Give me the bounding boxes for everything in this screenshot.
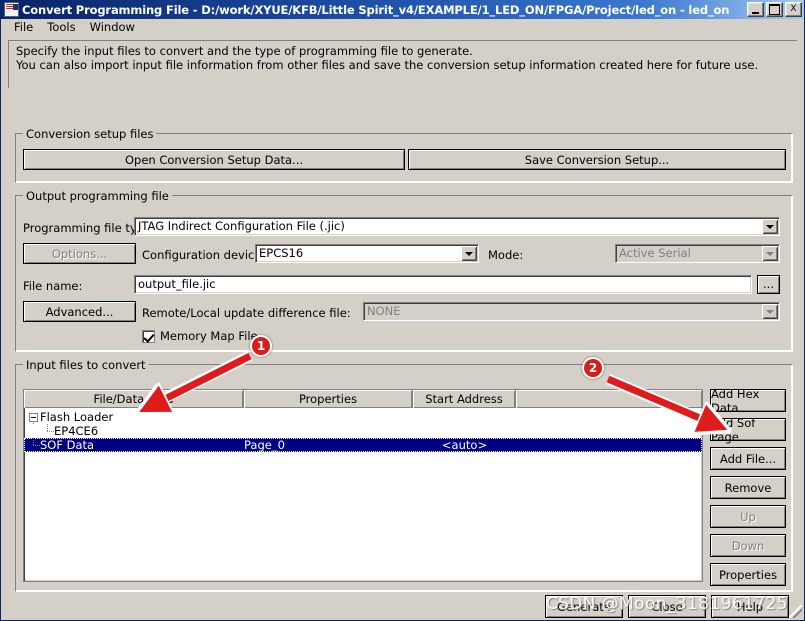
maximize-button[interactable]	[766, 2, 783, 17]
annotation-badge-1: 1	[250, 335, 272, 357]
close-label: X	[790, 4, 797, 14]
close-button[interactable]: Close	[628, 595, 706, 618]
input-files-to-convert-group: Input files to convert File/Data area Pr…	[15, 358, 793, 592]
checkbox-indicator[interactable]	[142, 329, 155, 343]
minimize-button[interactable]	[747, 2, 764, 17]
remove-button[interactable]: Remove	[710, 476, 786, 499]
column-header-file-data-area[interactable]: File/Data area	[24, 390, 244, 408]
remote-local-update-difference-combo: NONE	[363, 302, 780, 321]
menu-item-tools[interactable]: Tools	[40, 19, 82, 36]
resize-grip[interactable]	[789, 605, 802, 618]
menu-item-file[interactable]: File	[7, 19, 40, 36]
cell-file-data-area: EP4CE6	[54, 424, 99, 438]
remote-local-update-difference-label: Remote/Local update difference file:	[142, 306, 351, 320]
input-files-list[interactable]: File/Data area Properties Start Address …	[23, 389, 703, 582]
chevron-down-icon	[762, 304, 778, 319]
tree-branch-icon	[26, 438, 40, 452]
annotation-badge-2: 2	[582, 357, 604, 379]
list-header-row: File/Data area Properties Start Address	[24, 390, 702, 408]
add-file-button[interactable]: Add File...	[710, 447, 786, 470]
programming-file-type-combo[interactable]: JTAG Indirect Configuration File (.jic)	[134, 217, 780, 236]
output-programming-file-group: Output programming file Programming file…	[15, 189, 793, 352]
cell-file-data-area: SOF Data	[40, 438, 95, 452]
input-files-to-convert-legend: Input files to convert	[23, 358, 149, 372]
chevron-down-icon[interactable]	[461, 246, 477, 261]
column-header-filler	[516, 390, 702, 408]
properties-button[interactable]: Properties	[710, 563, 786, 586]
title-bar: Convert Programming File - D:/work/XYUE/…	[1, 0, 804, 19]
mode-value: Active Serial	[619, 245, 691, 260]
cell-start-address: <auto>	[441, 438, 488, 452]
dialog-description: Specify the input files to convert and t…	[8, 40, 797, 88]
advanced-button[interactable]: Advanced...	[23, 301, 136, 322]
browse-file-button[interactable]: ...	[757, 275, 780, 294]
configuration-device-combo[interactable]: EPCS16	[255, 244, 479, 263]
application-icon	[4, 2, 19, 17]
tree-collapse-icon[interactable]	[26, 410, 40, 424]
memory-map-file-checkbox[interactable]: Memory Map File	[142, 329, 258, 343]
menu-item-window[interactable]: Window	[83, 19, 142, 36]
menu-bar: File Tools Window	[1, 19, 804, 37]
options-button[interactable]: Options...	[23, 243, 136, 264]
table-row[interactable]: Flash Loader	[24, 410, 702, 424]
programming-file-type-value: JTAG Indirect Configuration File (.jic)	[138, 218, 345, 233]
generate-button[interactable]: Generate	[545, 595, 623, 618]
configuration-device-value: EPCS16	[259, 245, 304, 260]
convert-programming-file-window: Convert Programming File - D:/work/XYUE/…	[0, 0, 805, 621]
remote-local-update-difference-value: NONE	[367, 303, 401, 318]
move-down-button[interactable]: Down	[710, 534, 786, 557]
conversion-setup-files-legend: Conversion setup files	[23, 127, 157, 141]
save-conversion-setup-button[interactable]: Save Conversion Setup...	[408, 149, 786, 170]
mode-combo: Active Serial	[615, 244, 780, 263]
table-row[interactable]: EP4CE6	[24, 424, 702, 438]
file-name-value: output_file.jic	[138, 276, 216, 291]
dialog-client-area: Specify the input files to convert and t…	[1, 37, 804, 620]
cell-properties: Page_0	[244, 438, 285, 452]
file-name-label: File name:	[23, 279, 83, 293]
move-up-button[interactable]: Up	[710, 505, 786, 528]
file-name-input[interactable]: output_file.jic	[134, 275, 752, 294]
add-sof-page-button[interactable]: Add Sof Page	[710, 416, 786, 444]
close-icon[interactable]: X	[785, 2, 802, 17]
add-hex-data-button[interactable]: Add Hex Data	[710, 387, 786, 415]
mode-label: Mode:	[488, 248, 524, 262]
chevron-down-icon[interactable]	[762, 219, 778, 234]
column-header-properties[interactable]: Properties	[244, 390, 413, 408]
help-button[interactable]: Help	[711, 595, 789, 618]
chevron-down-icon	[762, 246, 778, 261]
open-conversion-setup-data-button[interactable]: Open Conversion Setup Data...	[23, 149, 405, 170]
memory-map-file-label: Memory Map File	[160, 329, 258, 343]
tree-branch-icon	[40, 424, 54, 438]
table-row[interactable]: SOF Data Page_0 <auto>	[24, 438, 702, 452]
configuration-device-label: Configuration device:	[142, 248, 266, 262]
window-title: Convert Programming File - D:/work/XYUE/…	[22, 2, 730, 17]
cell-file-data-area: Flash Loader	[40, 410, 114, 424]
output-programming-file-legend: Output programming file	[23, 189, 172, 203]
conversion-setup-files-group: Conversion setup files Open Conversion S…	[15, 127, 793, 183]
column-header-start-address[interactable]: Start Address	[413, 390, 516, 408]
